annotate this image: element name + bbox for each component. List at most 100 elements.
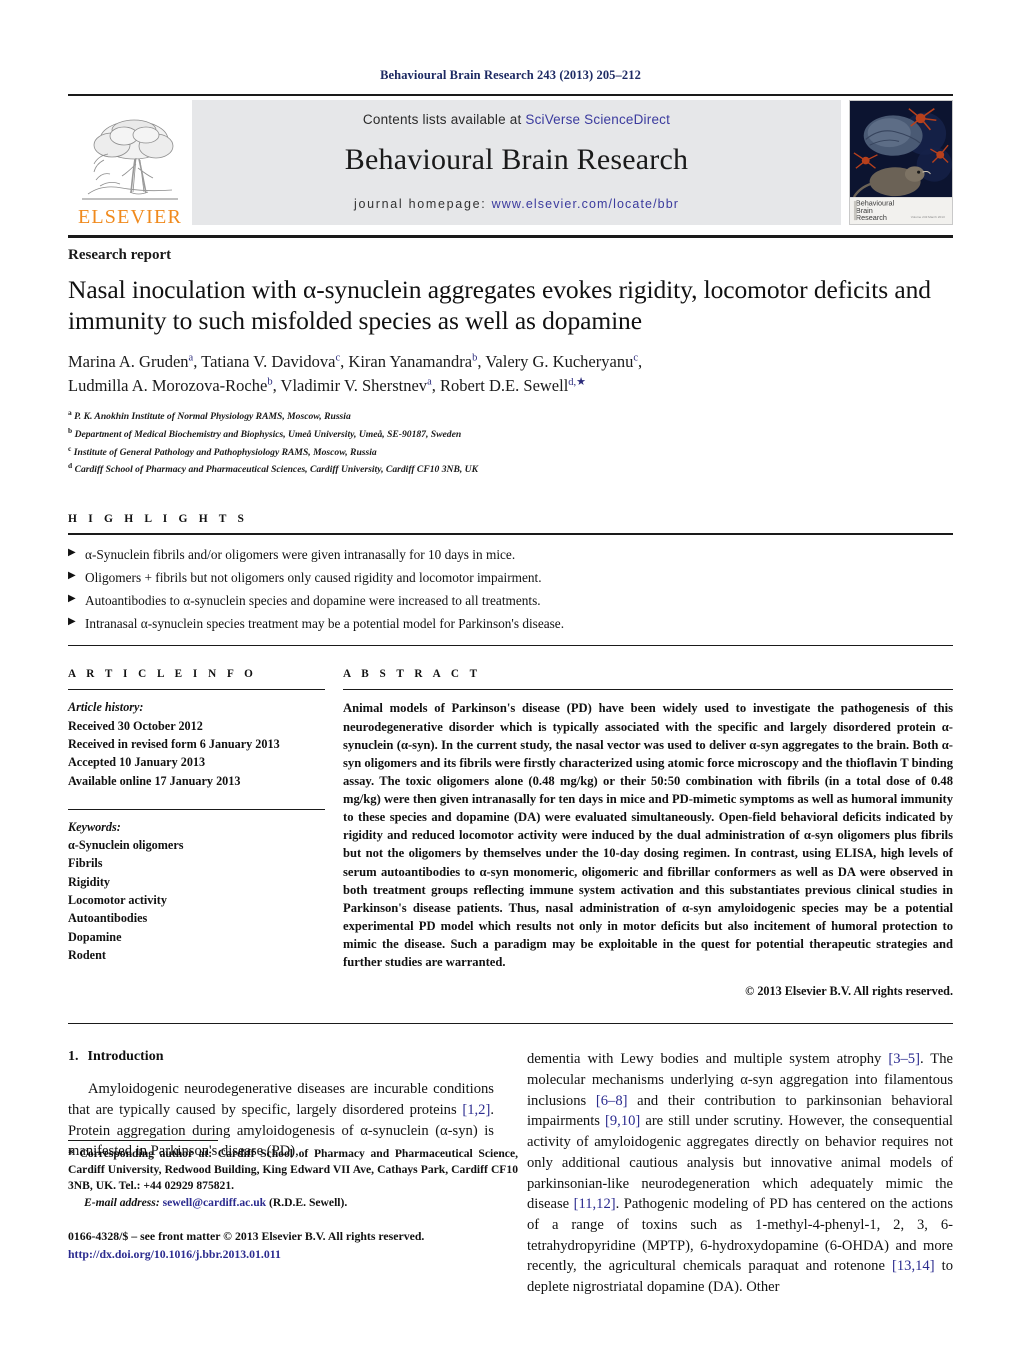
highlights-heading: H I G H L I G H T S	[68, 512, 249, 525]
article-history-item: Received in revised form 6 January 2013	[68, 736, 280, 751]
elsevier-logo: ELSEVIER	[68, 96, 192, 229]
keyword-item: Rigidity	[68, 874, 110, 889]
list-item: ▶ α-Synuclein fibrils and/or oligomers we…	[68, 544, 953, 567]
corresponding-author-note: * Corresponding author at: Cardiff Schoo…	[68, 1147, 518, 1192]
author-affil-marker: b	[267, 376, 273, 388]
affiliation-marker: a	[68, 408, 72, 418]
email-owner: (R.D.E. Sewell).	[269, 1195, 348, 1209]
article-history-item: Received 30 October 2012	[68, 718, 203, 733]
keyword-item: Autoantibodies	[68, 911, 148, 926]
affiliation-text: Department of Medical Biochemistry and B…	[74, 428, 462, 440]
text-run: Amyloidogenic neurodegenerative diseases…	[68, 1081, 494, 1118]
triangle-right-icon: ▶	[68, 615, 76, 627]
article-history-item: Available online 17 January 2013	[68, 773, 241, 788]
article-history-item: Accepted 10 January 2013	[68, 755, 206, 770]
email-link[interactable]: sewell@cardiff.ac.uk	[163, 1196, 267, 1209]
sciencedirect-link[interactable]: SciVerse ScienceDirect	[525, 112, 670, 127]
keyword-item: Locomotor activity	[68, 893, 167, 908]
affiliation-text: Cardiff School of Pharmacy and Pharmaceu…	[74, 464, 478, 476]
affiliation-marker: c	[68, 443, 72, 453]
journal-masthead: ELSEVIER Contents lists available at Sci…	[68, 94, 953, 229]
svg-text:Volume 243 March 2013: Volume 243 March 2013	[911, 215, 945, 219]
contents-available-line: Contents lists available at SciVerse Sci…	[363, 112, 670, 127]
affiliation-item: d Cardiff School of Pharmacy and Pharmac…	[68, 460, 953, 478]
affiliation-text: Institute of General Pathology and Patho…	[73, 446, 377, 458]
article-category: Research report	[68, 247, 172, 263]
citation-ref[interactable]: [13,14]	[892, 1258, 935, 1274]
intro-paragraph-right: dementia with Lewy bodies and multiple s…	[527, 1049, 953, 1298]
page-title: Nasal inoculation with α-synuclein aggre…	[68, 275, 931, 336]
keyword-item: Dopamine	[68, 929, 122, 944]
footnote-block: * Corresponding author at: Cardiff Schoo…	[68, 1140, 518, 1212]
affiliation-item: c Institute of General Pathology and Pat…	[68, 443, 953, 461]
triangle-right-icon: ▶	[68, 569, 76, 581]
citation-ref[interactable]: [11,12]	[574, 1196, 616, 1212]
keyword-item: Rodent	[68, 947, 106, 962]
journal-homepage-link[interactable]: www.elsevier.com/locate/bbr	[492, 197, 679, 211]
citation-ref[interactable]: [1,2]	[462, 1102, 490, 1118]
author-list: Marina A. Grudena, Tatiana V. Davidovac,…	[68, 352, 643, 396]
cover-artwork: Behavioural Brain Research Volume 243 Ma…	[850, 101, 952, 224]
author-affil-marker: b	[472, 352, 478, 364]
elsevier-tree-icon	[82, 119, 178, 200]
author-name: Valery G. Kucheryanu	[485, 352, 634, 372]
email-note: E-mail address: sewell@cardiff.ac.uk (R.…	[68, 1195, 518, 1212]
affiliation-list: a P. K. Anokhin Institute of Normal Phys…	[68, 407, 953, 478]
footnote-rule	[68, 1140, 218, 1141]
citation-ref[interactable]: [9,10]	[605, 1113, 640, 1129]
highlight-text: Autoantibodies to α-synuclein species an…	[85, 592, 541, 608]
elsevier-wordmark: ELSEVIER	[77, 206, 183, 228]
email-label: E-mail address:	[84, 1195, 160, 1209]
highlights-section: H I G H L I G H T S ▶ α-Synuclein fibrils…	[68, 512, 953, 647]
affiliation-marker: b	[68, 425, 73, 435]
contents-prefix: Contents lists available at	[362, 112, 526, 127]
title-block: Research report Nasal inoculation with α…	[68, 238, 953, 478]
info-abstract-row: A R T I C L E I N F O Article history: R…	[68, 646, 953, 999]
doi-link[interactable]: http://dx.doi.org/10.1016/j.bbr.2013.01.…	[68, 1246, 528, 1264]
author-name: Ludmilla A. Morozova-Roche	[68, 376, 268, 396]
body-column-right: dementia with Lewy bodies and multiple s…	[527, 1049, 953, 1298]
section-heading-introduction: 1. Introduction	[68, 1049, 494, 1065]
citation-ref[interactable]: [6–8]	[596, 1093, 628, 1109]
author-affil-marker: c	[633, 352, 638, 364]
citation-ref[interactable]: [3–5]	[888, 1051, 920, 1067]
affiliation-item: a P. K. Anokhin Institute of Normal Phys…	[68, 407, 953, 425]
list-item: ▶ Oligomers + fibrils but not oligomers o…	[68, 567, 953, 590]
abstract-copyright: © 2013 Elsevier B.V. All rights reserved…	[745, 984, 953, 999]
section-number: 1.	[68, 1049, 79, 1065]
issn-front-matter: 0166-4328/$ – see front matter © 2013 El…	[68, 1229, 425, 1243]
article-info-heading: A R T I C L E I N F O	[68, 668, 257, 681]
cover-caption-3: Research	[856, 214, 887, 222]
article-info-column: A R T I C L E I N F O Article history: R…	[68, 668, 343, 999]
journal-band: Contents lists available at SciVerse Sci…	[192, 100, 841, 225]
article-history-label: Article history:	[68, 700, 144, 715]
running-head: Behavioural Brain Research 243 (2013) 20…	[380, 68, 641, 82]
author-name: Vladimir V. Sherstnev	[280, 376, 428, 396]
article-history-block: Article history: Received 30 October 201…	[68, 690, 325, 789]
author-affil-marker: d,★	[568, 375, 587, 388]
affiliation-marker: d	[68, 461, 73, 471]
highlight-text: Oligomers + fibrils but not oligomers on…	[85, 569, 542, 585]
abstract-text: Animal models of Parkinson's disease (PD…	[343, 701, 953, 970]
triangle-right-icon: ▶	[68, 592, 76, 604]
section-title: Introduction	[87, 1049, 164, 1065]
list-item: ▶ Autoantibodies to α-synuclein species a…	[68, 590, 953, 613]
author-affil-marker: a	[427, 376, 432, 388]
author-name: Tatiana V. Davidova	[201, 352, 336, 372]
author-name: Robert D.E. Sewell	[439, 376, 569, 396]
triangle-right-icon: ▶	[68, 546, 76, 558]
highlight-text: Intranasal α-synuclein species treatment…	[85, 615, 565, 631]
author-name: Marina A. Gruden	[68, 352, 189, 372]
text-run: dementia with Lewy bodies and multiple s…	[527, 1051, 889, 1068]
issn-doi-block: 0166-4328/$ – see front matter © 2013 El…	[68, 1228, 528, 1263]
journal-article-first-page: Behavioural Brain Research 243 (2013) 20…	[0, 0, 1021, 1351]
affiliation-item: b Department of Medical Biochemistry and…	[68, 425, 953, 443]
highlights-list: ▶ α-Synuclein fibrils and/or oligomers we…	[68, 535, 953, 645]
journal-cover-thumbnail: Behavioural Brain Research Volume 243 Ma…	[849, 100, 953, 225]
keywords-block: Keywords: α-Synuclein oligomers Fibrils …	[68, 810, 325, 964]
keywords-label: Keywords:	[68, 819, 121, 834]
list-item: ▶ Intranasal α-synuclein species treatmen…	[68, 613, 953, 636]
affiliation-text: P. K. Anokhin Institute of Normal Physio…	[74, 411, 351, 423]
homepage-prefix: journal homepage:	[353, 197, 492, 211]
journal-homepage-line: journal homepage: www.elsevier.com/locat…	[354, 197, 679, 211]
